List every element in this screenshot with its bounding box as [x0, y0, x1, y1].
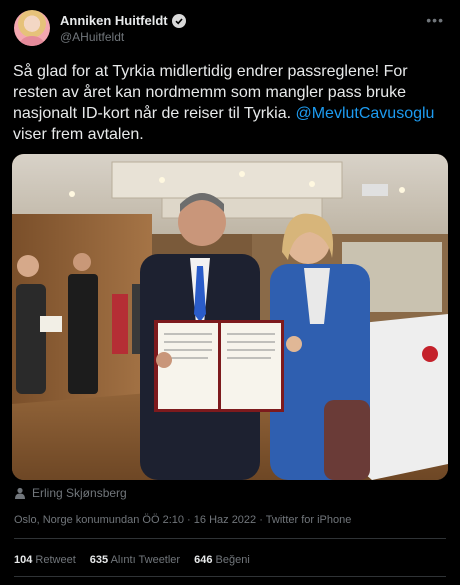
tweet-body-end: viser frem avtalen.	[13, 126, 144, 143]
tweet-photo[interactable]	[12, 154, 448, 480]
photo-credit-name[interactable]: Erling Skjønsberg	[32, 486, 127, 500]
tweet-location-time[interactable]: Oslo, Norge konumundan ÖÖ 2:10	[14, 514, 184, 526]
photo-illustration	[12, 154, 448, 480]
likes-count: 646	[194, 554, 213, 566]
meta-separator: ·	[259, 514, 263, 526]
retweets-label: Retweet	[35, 554, 76, 566]
tweet-text: Så glad for at Tyrkia midlertidig endrer…	[13, 61, 449, 145]
tweet-header: Anniken Huitfeldt @AHuitfeldt •••	[14, 10, 446, 50]
quotes-label: Alıntı Tweetler	[110, 554, 181, 566]
retweets-count: 104	[14, 554, 33, 566]
verified-badge-icon	[171, 13, 186, 28]
more-options-icon[interactable]: •••	[426, 12, 444, 28]
tweet-date[interactable]: 16 Haz 2022	[194, 514, 256, 526]
engagement-stats: 104 Retweet 635 Alıntı Tweetler 646 Beğe…	[14, 554, 250, 566]
divider	[14, 576, 446, 577]
meta-separator: ·	[187, 514, 191, 526]
quotes-stat[interactable]: 635 Alıntı Tweetler	[90, 554, 180, 566]
tweet-meta: Oslo, Norge konumundan ÖÖ 2:10 · 16 Haz …	[14, 514, 351, 526]
name-row: Anniken Huitfeldt	[60, 13, 186, 28]
retweets-stat[interactable]: 104 Retweet	[14, 554, 76, 566]
likes-label: Beğeni	[215, 554, 250, 566]
display-name[interactable]: Anniken Huitfeldt	[60, 13, 168, 28]
quotes-count: 635	[89, 554, 109, 566]
likes-stat[interactable]: 646 Beğeni	[194, 554, 250, 566]
user-handle[interactable]: @AHuitfeldt	[60, 30, 124, 44]
divider	[14, 538, 446, 539]
photo-credit: Erling Skjønsberg	[14, 486, 127, 500]
tweet-client[interactable]: Twitter for iPhone	[266, 514, 352, 526]
person-icon	[15, 487, 25, 499]
avatar[interactable]	[14, 10, 50, 46]
mention-link[interactable]: @MevlutCavusoglu	[295, 105, 434, 122]
